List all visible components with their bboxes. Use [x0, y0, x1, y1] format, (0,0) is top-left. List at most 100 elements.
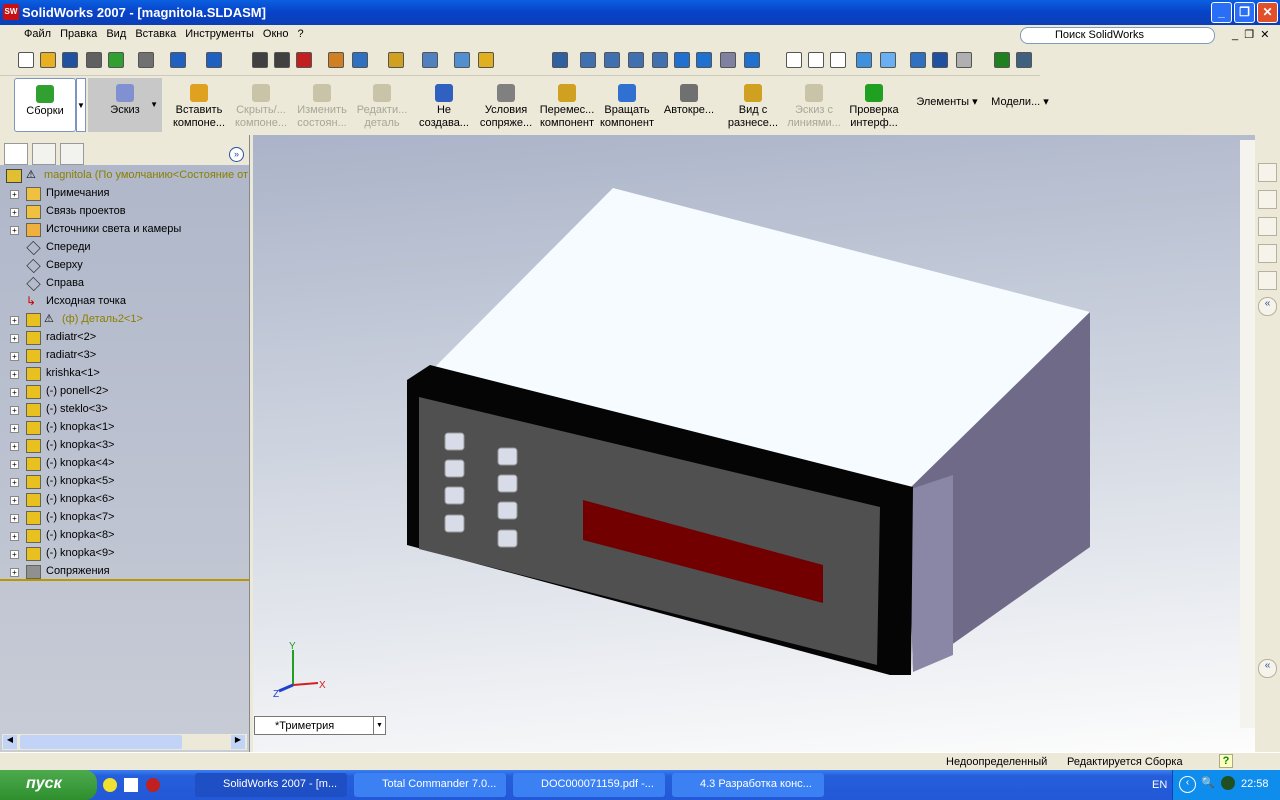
toolbar-button-icon[interactable] — [108, 52, 124, 68]
chevron-down-icon[interactable]: ▼ — [373, 717, 385, 734]
app-icon[interactable] — [146, 778, 160, 792]
toolbar-button-icon[interactable] — [40, 52, 56, 68]
toolbar-button-icon[interactable] — [388, 52, 404, 68]
property-manager-tab[interactable] — [32, 143, 56, 165]
toolbar-button-icon[interactable] — [274, 52, 290, 68]
toolbar-button-icon[interactable] — [720, 52, 736, 68]
view-orientation-select[interactable]: *Триметрия ▼ — [254, 716, 386, 735]
language-indicator[interactable]: EN — [1152, 779, 1167, 791]
tree-item[interactable]: Сверху — [0, 257, 249, 275]
toolbar-button-icon[interactable] — [628, 52, 644, 68]
expand-icon[interactable]: + — [10, 424, 19, 433]
expand-icon[interactable]: + — [10, 496, 19, 505]
tree-item[interactable]: Справа — [0, 275, 249, 293]
toolbar-button-icon[interactable] — [808, 52, 824, 68]
tree-item[interactable]: Спереди — [0, 239, 249, 257]
toolbar-button-icon[interactable] — [856, 52, 872, 68]
tree-item[interactable]: + (-) knopka<9> — [0, 545, 249, 563]
ie-icon[interactable] — [103, 778, 117, 792]
expand-icon[interactable]: + — [10, 208, 19, 217]
document-window-controls[interactable]: _ ❐ ✕ — [1232, 28, 1269, 41]
menu-view[interactable]: Вид — [103, 25, 129, 43]
command-button[interactable]: Проверка интерф... — [844, 78, 904, 132]
command-button[interactable]: Скрыть/... компоне... — [230, 78, 292, 132]
tree-item[interactable]: + radiatr<3> — [0, 347, 249, 365]
expand-icon[interactable]: + — [10, 352, 19, 361]
task-pdf[interactable]: DOC000071159.pdf -... — [513, 773, 665, 797]
home-icon[interactable] — [1258, 163, 1277, 182]
toolbar-button-icon[interactable] — [352, 52, 368, 68]
task-word[interactable]: 4.3 Разработка конс... — [672, 773, 824, 797]
horizontal-scrollbar[interactable]: ◀ ▶ — [2, 734, 247, 750]
tree-item[interactable]: + (-) knopka<3> — [0, 437, 249, 455]
toolbar-button-icon[interactable] — [206, 52, 222, 68]
toolbar-button-icon[interactable] — [454, 52, 470, 68]
toolbar-button-icon[interactable] — [580, 52, 596, 68]
tree-item[interactable]: + (-) ponell<2> — [0, 383, 249, 401]
tree-item[interactable]: + (-) knopka<5> — [0, 473, 249, 491]
antivirus-icon[interactable] — [1221, 776, 1235, 790]
command-button[interactable]: Вращать компонент — [598, 78, 656, 132]
tree-item[interactable]: ↳ Исходная точка — [0, 293, 249, 311]
scroll-right-icon[interactable]: ▶ — [231, 735, 245, 749]
command-button[interactable]: Изменить состоян... — [292, 78, 352, 132]
toolbar-button-icon[interactable] — [478, 52, 494, 68]
expand-icon[interactable]: + — [10, 478, 19, 487]
scrollbar-thumb[interactable] — [20, 735, 182, 749]
tree-item[interactable]: + radiatr<2> — [0, 329, 249, 347]
task-solidworks[interactable]: SolidWorks 2007 - [m... — [195, 773, 347, 797]
vertical-scrollbar[interactable] — [1240, 140, 1255, 728]
tree-item[interactable]: + (-) knopka<1> — [0, 419, 249, 437]
command-button[interactable]: Редакти... деталь — [352, 78, 412, 132]
expand-icon[interactable]: + — [10, 550, 19, 559]
toolbar-button-icon[interactable] — [604, 52, 620, 68]
expand-icon[interactable]: + — [10, 568, 19, 577]
menu-edit[interactable]: Правка — [57, 25, 100, 43]
scroll-left-icon[interactable]: ◀ — [3, 735, 17, 749]
toolbar-button-icon[interactable] — [994, 52, 1010, 68]
expand-icon[interactable]: + — [10, 532, 19, 541]
expand-icon[interactable]: + — [10, 226, 19, 235]
toolbar-button-icon[interactable] — [170, 52, 186, 68]
toolbar-button-icon[interactable] — [252, 52, 268, 68]
toolbar-button-icon[interactable] — [1016, 52, 1032, 68]
features-dropdown[interactable]: Элементы ▾ — [912, 78, 982, 132]
toolbar-button-icon[interactable] — [62, 52, 78, 68]
command-button[interactable]: Автокре... — [658, 78, 720, 132]
toolbar-button-icon[interactable] — [932, 52, 948, 68]
toolbar-button-icon[interactable] — [786, 52, 802, 68]
tree-item[interactable]: + krishka<1> — [0, 365, 249, 383]
task-total-commander[interactable]: Total Commander 7.0... — [354, 773, 506, 797]
menu-file[interactable]: Файл — [0, 25, 54, 43]
search-icon[interactable] — [1258, 244, 1277, 263]
graphics-viewport[interactable]: Y X Z — [253, 135, 1255, 752]
chevron-down-icon[interactable]: ▼ — [150, 98, 158, 111]
search-icon[interactable]: 🔍 — [1201, 776, 1215, 789]
toolbar-button-icon[interactable] — [880, 52, 896, 68]
command-button[interactable]: Условия сопряже... — [476, 78, 536, 132]
expand-icon[interactable]: + — [10, 406, 19, 415]
toolbar-button-icon[interactable] — [328, 52, 344, 68]
tree-item[interactable]: + Источники света и камеры — [0, 221, 249, 239]
tab-assemblies[interactable]: Сборки — [14, 78, 76, 132]
tree-item[interactable]: + (-) steklo<3> — [0, 401, 249, 419]
acrobat-icon[interactable] — [124, 778, 138, 792]
toolbar-button-icon[interactable] — [674, 52, 690, 68]
tree-item[interactable]: + (-) knopka<7> — [0, 509, 249, 527]
expand-icon[interactable]: + — [10, 316, 19, 325]
tree-item[interactable]: + (-) knopka<6> — [0, 491, 249, 509]
toolbar-button-icon[interactable] — [18, 52, 34, 68]
palette-icon[interactable] — [1258, 271, 1277, 290]
close-button[interactable]: ✕ — [1257, 2, 1278, 23]
command-button[interactable]: Не создава... — [414, 78, 474, 132]
command-button[interactable]: Вид с разнесе... — [722, 78, 784, 132]
toolbar-button-icon[interactable] — [830, 52, 846, 68]
tree-item[interactable]: + (-) knopka<4> — [0, 455, 249, 473]
toolbar-button-icon[interactable] — [296, 52, 312, 68]
toolbar-button-icon[interactable] — [956, 52, 972, 68]
expand-panel-icon[interactable]: » — [229, 147, 244, 162]
model-3d-view[interactable]: Y X Z — [253, 135, 1255, 752]
file-explorer-icon[interactable] — [1258, 217, 1277, 236]
menu-insert[interactable]: Вставка — [132, 25, 179, 43]
toolbar-button-icon[interactable] — [696, 52, 712, 68]
